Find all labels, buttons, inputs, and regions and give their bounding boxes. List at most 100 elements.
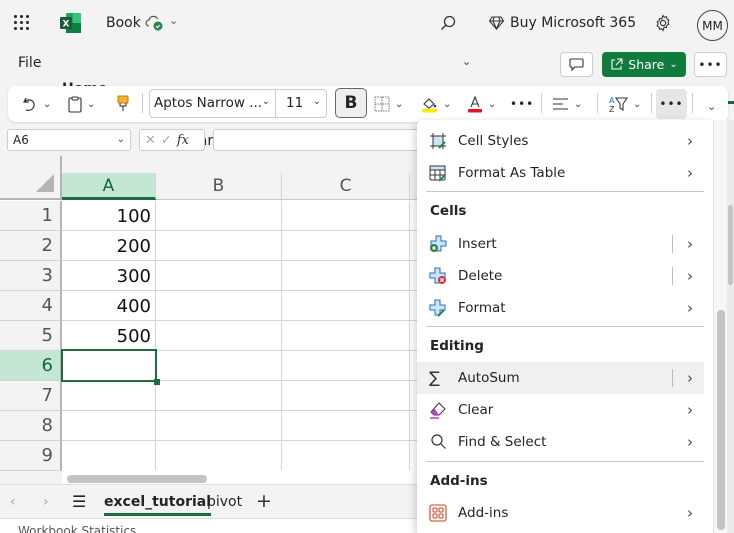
- menu-item-clear[interactable]: Clear ›: [417, 394, 704, 426]
- more-options-button[interactable]: •••: [694, 52, 727, 77]
- font-color-button[interactable]: ⌄: [467, 92, 496, 116]
- sort-filter-button[interactable]: AZ ⌄: [608, 92, 641, 116]
- cell-c4[interactable]: [282, 291, 410, 321]
- chevron-right-icon[interactable]: ›: [687, 235, 693, 253]
- cell-c8[interactable]: [282, 411, 410, 441]
- confirm-check-icon[interactable]: ✓: [161, 133, 172, 148]
- more-tabs-chevron-icon[interactable]: ⌄: [462, 55, 471, 68]
- app-launcher-icon[interactable]: [14, 15, 30, 31]
- font-size-dropdown[interactable]: 11 ⌄: [275, 89, 327, 118]
- sheet-tab-pivot[interactable]: pivot: [207, 494, 242, 510]
- font-name-dropdown[interactable]: Aptos Narrow ... ⌄: [149, 89, 276, 118]
- cell-b2[interactable]: [156, 231, 282, 261]
- cell-a8[interactable]: [62, 411, 156, 441]
- avatar[interactable]: MM: [697, 10, 728, 41]
- menu-item-autosum[interactable]: ∑ AutoSum ›: [417, 362, 704, 394]
- page-vertical-scrollbar[interactable]: [727, 120, 734, 533]
- chevron-right-icon: ›: [687, 132, 693, 150]
- previous-sheet-icon[interactable]: ‹: [10, 494, 16, 510]
- bold-button[interactable]: B: [335, 88, 367, 118]
- cell-b1[interactable]: [156, 201, 282, 231]
- borders-button[interactable]: ⌄: [374, 92, 403, 116]
- more-commands-button[interactable]: •••: [656, 89, 687, 119]
- cell-b4[interactable]: [156, 291, 282, 321]
- alignment-button[interactable]: ⌄: [552, 92, 582, 116]
- cell-a2[interactable]: 200: [62, 231, 156, 261]
- paste-button[interactable]: ⌄: [68, 92, 95, 116]
- share-button[interactable]: Share ⌄: [602, 52, 686, 77]
- formula-input[interactable]: [213, 129, 423, 151]
- row-header[interactable]: 2: [0, 231, 62, 261]
- cell-styles-icon: [430, 133, 446, 149]
- add-sheet-icon[interactable]: +: [256, 490, 272, 512]
- cell-b7[interactable]: [156, 381, 282, 411]
- format-cells-icon: [429, 299, 446, 317]
- fill-color-button[interactable]: ⌄: [421, 92, 451, 116]
- cell-c6[interactable]: [282, 351, 410, 381]
- cell-c9[interactable]: [282, 441, 410, 471]
- row-header[interactable]: 5: [0, 321, 62, 351]
- row-header[interactable]: 8: [0, 411, 62, 441]
- cell-a9[interactable]: [62, 441, 156, 471]
- cell-b3[interactable]: [156, 261, 282, 291]
- row-header[interactable]: 4: [0, 291, 62, 321]
- page-scroll-thumb[interactable]: [728, 205, 733, 285]
- chevron-down-icon[interactable]: ⌄: [169, 14, 178, 27]
- cell-b8[interactable]: [156, 411, 282, 441]
- document-title[interactable]: Book: [106, 15, 141, 31]
- font-color-icon: [468, 95, 482, 112]
- fill-handle[interactable]: [154, 379, 160, 385]
- cell-c5[interactable]: [282, 321, 410, 351]
- cloud-saved-icon[interactable]: [145, 14, 165, 32]
- cell-a3[interactable]: 300: [62, 261, 156, 291]
- next-sheet-icon[interactable]: ›: [43, 494, 49, 510]
- more-font-options-button[interactable]: •••: [510, 92, 534, 116]
- menu-item-add-ins[interactable]: Add-ins ›: [417, 497, 704, 529]
- search-icon[interactable]: [439, 14, 457, 32]
- column-header-c[interactable]: C: [282, 173, 410, 200]
- cell-b6[interactable]: [156, 351, 282, 381]
- select-all-corner[interactable]: [0, 156, 62, 200]
- column-header-b[interactable]: B: [156, 173, 282, 200]
- undo-button[interactable]: ⌄: [22, 92, 51, 116]
- sheet-tab-excel-tutorial[interactable]: excel_tutorial: [104, 494, 212, 516]
- insert-function-icon[interactable]: fx: [177, 133, 189, 148]
- format-painter-icon[interactable]: [117, 95, 129, 112]
- expand-ribbon-chevron-icon[interactable]: ⌄: [707, 100, 716, 113]
- menu-scroll-thumb[interactable]: [717, 310, 725, 530]
- cell-c1[interactable]: [282, 201, 410, 231]
- column-header-a[interactable]: A: [62, 173, 156, 200]
- cell-c2[interactable]: [282, 231, 410, 261]
- comments-button[interactable]: [560, 52, 593, 77]
- chevron-right-icon[interactable]: ›: [687, 369, 693, 387]
- cell-a1[interactable]: 100: [62, 201, 156, 231]
- row-header[interactable]: 7: [0, 381, 62, 411]
- menu-item-find-select[interactable]: Find & Select ›: [417, 426, 704, 458]
- cell-b5[interactable]: [156, 321, 282, 351]
- menu-section-heading-cells: Cells: [430, 203, 467, 219]
- cell-a5[interactable]: 500: [62, 321, 156, 351]
- menu-item-insert[interactable]: Insert ›: [417, 228, 704, 260]
- cell-a4[interactable]: 400: [62, 291, 156, 321]
- workbook-statistics-link[interactable]: Workbook Statistics: [18, 524, 136, 533]
- row-header[interactable]: 9: [0, 441, 62, 471]
- menu-item-format-as-table[interactable]: Format As Table ›: [417, 157, 704, 189]
- menu-item-delete[interactable]: Delete ›: [417, 260, 704, 292]
- row-header[interactable]: 3: [0, 261, 62, 291]
- all-sheets-menu-icon[interactable]: ☰: [72, 492, 86, 511]
- cell-c7[interactable]: [282, 381, 410, 411]
- settings-gear-icon[interactable]: [654, 14, 672, 32]
- cancel-icon[interactable]: ✕: [145, 133, 156, 148]
- menu-item-format[interactable]: Format ›: [417, 292, 704, 324]
- buy-microsoft-365-link[interactable]: Buy Microsoft 365: [489, 15, 636, 31]
- cell-a7[interactable]: [62, 381, 156, 411]
- chevron-right-icon[interactable]: ›: [687, 267, 693, 285]
- horizontal-scroll-thumb[interactable]: [67, 475, 207, 483]
- row-header-selected[interactable]: 6: [0, 351, 62, 381]
- menu-item-cell-styles[interactable]: Cell Styles ›: [417, 125, 704, 157]
- menu-divider: [426, 191, 704, 192]
- cell-c3[interactable]: [282, 261, 410, 291]
- row-header[interactable]: 1: [0, 201, 62, 231]
- name-box[interactable]: A6 ⌄: [7, 129, 131, 151]
- cell-b9[interactable]: [156, 441, 282, 471]
